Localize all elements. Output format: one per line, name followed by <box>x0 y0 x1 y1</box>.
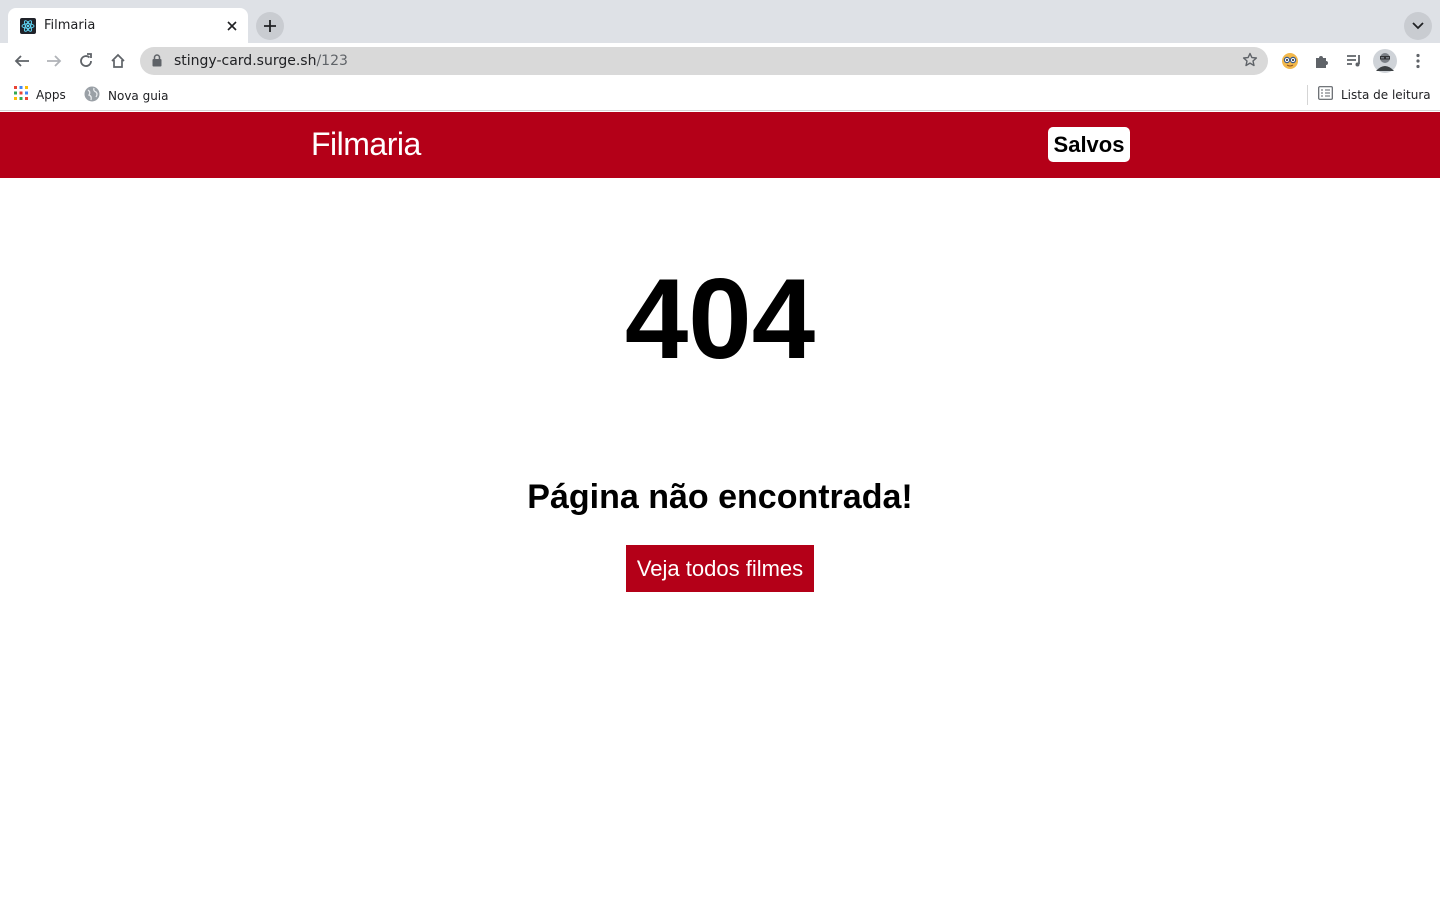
media-queue-icon[interactable] <box>1342 49 1366 73</box>
browser-toolbar: stingy-card.surge.sh/123 <box>0 43 1440 79</box>
bookmark-label: Apps <box>36 87 66 102</box>
extension-face-icon[interactable] <box>1278 49 1302 73</box>
bookmark-label: Nova guia <box>108 88 169 103</box>
tab-title: Filmaria <box>44 18 96 33</box>
reading-list-button[interactable]: Lista de leitura <box>1318 86 1431 103</box>
tab-strip: Filmaria <box>0 0 1440 43</box>
react-icon <box>20 18 36 34</box>
browser-tab[interactable]: Filmaria <box>8 8 248 43</box>
error-message: Página não encontrada! <box>527 478 913 516</box>
new-tab-button[interactable] <box>256 12 284 40</box>
error-code: 404 <box>624 256 816 383</box>
star-icon[interactable] <box>1242 52 1258 73</box>
reading-list-label: Lista de leitura <box>1341 87 1431 102</box>
bookmark-nova-guia[interactable]: Nova guia <box>84 86 169 105</box>
reload-icon[interactable] <box>72 47 100 75</box>
divider <box>1307 85 1308 105</box>
site-header: Filmaria Salvos <box>0 112 1440 178</box>
globe-icon <box>84 86 100 105</box>
forward-icon[interactable] <box>40 47 68 75</box>
back-icon[interactable] <box>8 47 36 75</box>
puzzle-icon[interactable] <box>1310 49 1334 73</box>
home-icon[interactable] <box>104 47 132 75</box>
url-text: stingy-card.surge.sh/123 <box>174 53 348 69</box>
close-icon[interactable] <box>222 16 242 36</box>
saved-button[interactable]: Salvos <box>1048 127 1130 162</box>
bookmark-apps[interactable]: Apps <box>14 86 66 103</box>
site-logo[interactable]: Filmaria <box>311 126 421 163</box>
address-bar[interactable]: stingy-card.surge.sh/123 <box>140 47 1268 75</box>
avatar[interactable] <box>1373 49 1397 73</box>
chevron-down-icon[interactable] <box>1404 12 1432 40</box>
more-menu-icon[interactable] <box>1406 49 1430 73</box>
apps-grid-icon <box>14 86 28 103</box>
url-host: stingy-card.surge.sh <box>174 53 317 69</box>
lock-icon[interactable] <box>152 54 162 72</box>
url-path: /123 <box>316 53 348 69</box>
bookmarks-bar: Apps Nova guia Lista de leitura <box>0 79 1440 111</box>
view-all-movies-button[interactable]: Veja todos filmes <box>626 545 814 592</box>
reading-list-icon <box>1318 86 1333 103</box>
